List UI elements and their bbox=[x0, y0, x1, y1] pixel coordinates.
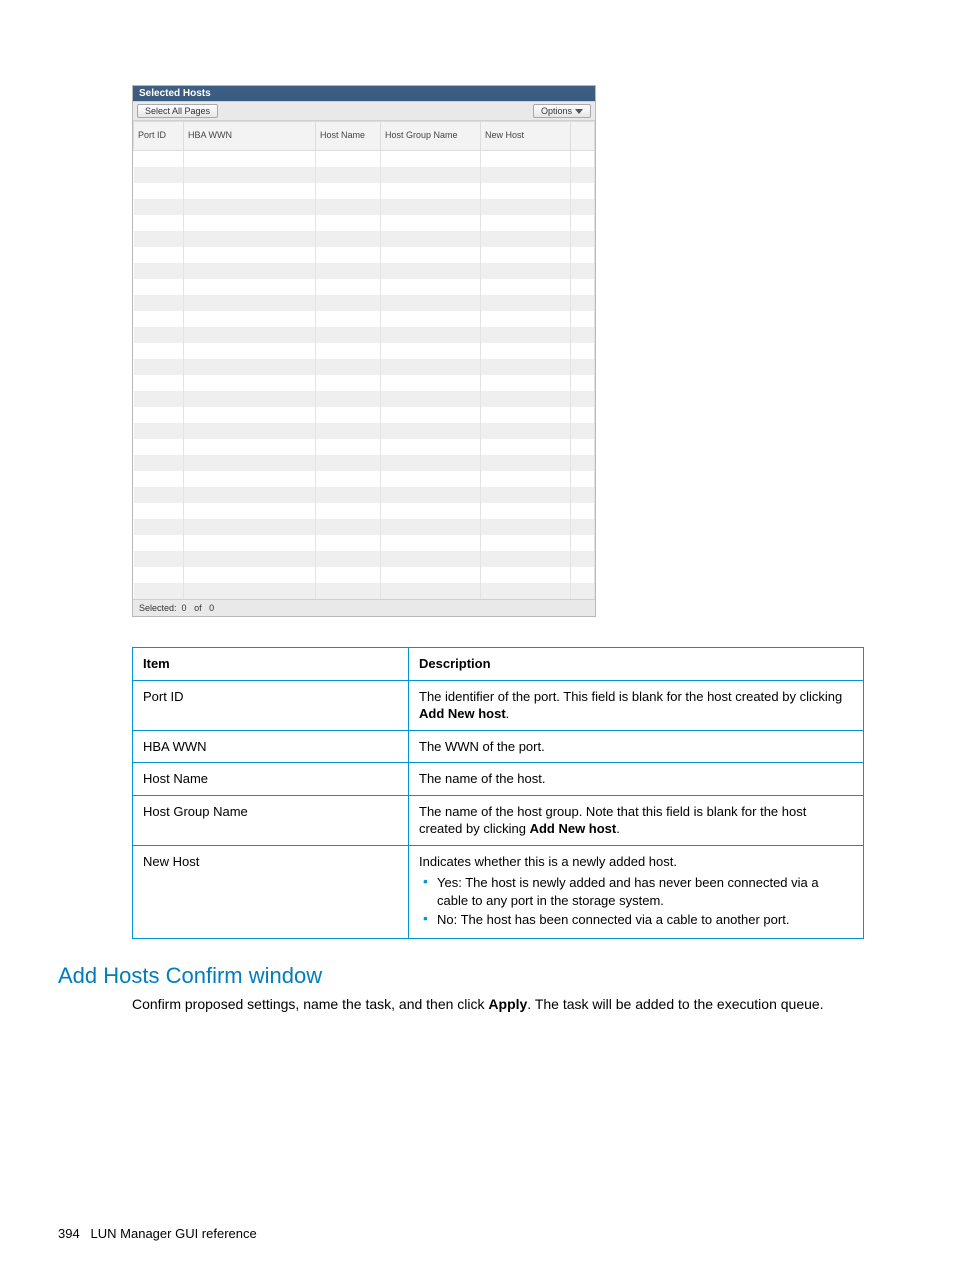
table-row bbox=[134, 199, 595, 215]
desc-item: Host Group Name bbox=[133, 795, 409, 845]
select-all-pages-label: Select All Pages bbox=[145, 106, 210, 116]
desc-text: Indicates whether this is a newly added … bbox=[409, 845, 864, 938]
table-row bbox=[134, 375, 595, 391]
desc-item: Port ID bbox=[133, 680, 409, 730]
select-all-pages-button[interactable]: Select All Pages bbox=[137, 104, 218, 118]
panel-title: Selected Hosts bbox=[133, 86, 595, 101]
col-hba-wwn[interactable]: HBA WWN bbox=[184, 122, 316, 151]
hosts-grid: Port ID HBA WWN Host Name Host Group Nam… bbox=[133, 121, 595, 599]
table-row bbox=[134, 151, 595, 168]
desc-header-description: Description bbox=[409, 648, 864, 681]
table-row bbox=[134, 215, 595, 231]
desc-text: The name of the host group. Note that th… bbox=[409, 795, 864, 845]
col-spacer bbox=[571, 122, 595, 151]
section-heading: Add Hosts Confirm window bbox=[58, 963, 896, 989]
table-row bbox=[134, 455, 595, 471]
panel-footer: Selected: 0 of 0 bbox=[133, 599, 595, 616]
table-row bbox=[134, 295, 595, 311]
table-row bbox=[134, 263, 595, 279]
table-row bbox=[134, 423, 595, 439]
col-host-name[interactable]: Host Name bbox=[316, 122, 381, 151]
table-row bbox=[134, 471, 595, 487]
table-row bbox=[134, 359, 595, 375]
section-paragraph: Confirm proposed settings, name the task… bbox=[132, 995, 852, 1014]
table-row: New Host Indicates whether this is a new… bbox=[133, 845, 864, 938]
desc-item: HBA WWN bbox=[133, 730, 409, 763]
table-row bbox=[134, 231, 595, 247]
table-row bbox=[134, 247, 595, 263]
description-table: Item Description Port ID The identifier … bbox=[132, 647, 864, 939]
table-row bbox=[134, 167, 595, 183]
col-new-host[interactable]: New Host bbox=[481, 122, 571, 151]
footer-selected-count: 0 bbox=[182, 603, 187, 613]
table-row bbox=[134, 279, 595, 295]
table-row bbox=[134, 327, 595, 343]
list-item: Yes: The host is newly added and has nev… bbox=[437, 874, 853, 909]
table-row bbox=[134, 519, 595, 535]
table-row bbox=[134, 407, 595, 423]
footer-total-count: 0 bbox=[209, 603, 214, 613]
table-row bbox=[134, 551, 595, 567]
desc-text: The identifier of the port. This field i… bbox=[409, 680, 864, 730]
table-row bbox=[134, 343, 595, 359]
footer-of-label: of bbox=[194, 603, 202, 613]
desc-item: Host Name bbox=[133, 763, 409, 796]
table-row bbox=[134, 183, 595, 199]
table-row bbox=[134, 583, 595, 599]
footer-title: LUN Manager GUI reference bbox=[91, 1226, 257, 1241]
table-row bbox=[134, 567, 595, 583]
panel-toolbar: Select All Pages Options bbox=[133, 101, 595, 121]
options-label: Options bbox=[541, 106, 572, 116]
table-row: Port ID The identifier of the port. This… bbox=[133, 680, 864, 730]
table-row bbox=[134, 487, 595, 503]
page-number: 394 bbox=[58, 1226, 80, 1241]
table-row bbox=[134, 535, 595, 551]
table-row bbox=[134, 439, 595, 455]
selected-hosts-panel: Selected Hosts Select All Pages Options … bbox=[132, 85, 596, 617]
desc-text: The name of the host. bbox=[409, 763, 864, 796]
table-row bbox=[134, 311, 595, 327]
table-row: Host Group Name The name of the host gro… bbox=[133, 795, 864, 845]
footer-selected-label: Selected: bbox=[139, 603, 177, 613]
desc-text: The WWN of the port. bbox=[409, 730, 864, 763]
col-host-group[interactable]: Host Group Name bbox=[381, 122, 481, 151]
desc-header-item: Item bbox=[133, 648, 409, 681]
table-row: Host Name The name of the host. bbox=[133, 763, 864, 796]
table-row: HBA WWN The WWN of the port. bbox=[133, 730, 864, 763]
list-item: No: The host has been connected via a ca… bbox=[437, 911, 853, 929]
desc-item: New Host bbox=[133, 845, 409, 938]
table-row bbox=[134, 391, 595, 407]
table-row bbox=[134, 503, 595, 519]
page-footer: 394 LUN Manager GUI reference bbox=[58, 1226, 257, 1241]
chevron-down-icon bbox=[575, 109, 583, 114]
col-port-id[interactable]: Port ID bbox=[134, 122, 184, 151]
options-button[interactable]: Options bbox=[533, 104, 591, 118]
